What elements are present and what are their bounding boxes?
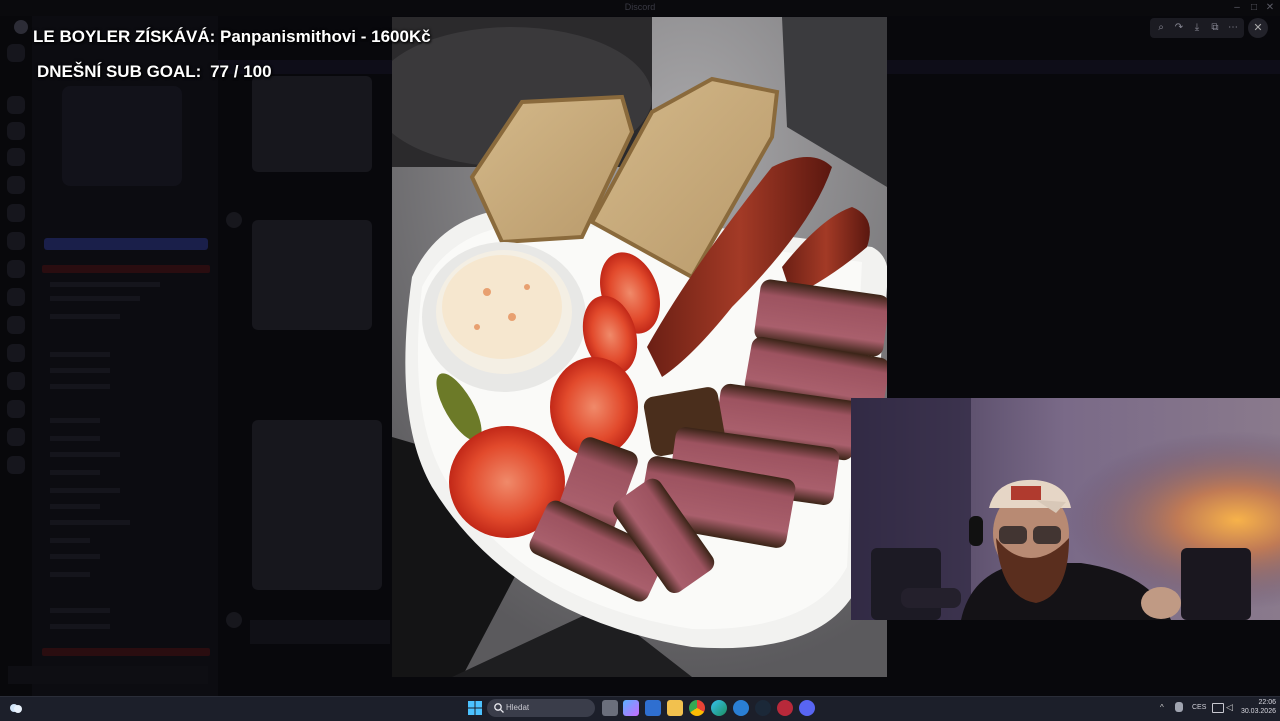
chat-image[interactable] (252, 220, 372, 330)
channel-item[interactable] (50, 538, 90, 543)
server-icon[interactable] (7, 148, 25, 166)
chat-image[interactable] (252, 76, 372, 172)
server-icon[interactable] (7, 344, 25, 362)
channel-item[interactable] (50, 608, 110, 613)
start-icon[interactable] (467, 700, 483, 716)
chat-message (250, 620, 390, 644)
server-icon[interactable] (7, 288, 25, 306)
store-icon[interactable] (645, 700, 661, 716)
channel-item[interactable] (50, 470, 100, 475)
food-plate-image (392, 17, 887, 677)
chrome-icon[interactable] (689, 700, 705, 716)
chat-image[interactable] (252, 420, 382, 590)
app-icon[interactable] (733, 700, 749, 716)
zoom-icon[interactable]: ⌕ (1153, 20, 1169, 36)
search-placeholder: Hledat (506, 703, 530, 712)
edge-icon[interactable] (711, 700, 727, 716)
server-icon[interactable] (7, 44, 25, 62)
taskbar (0, 696, 1280, 721)
sub-goal-counter: DNEŠNÍ SUB GOAL: 77 / 100 (37, 62, 272, 82)
channel-item[interactable] (50, 384, 110, 389)
streamer-webcam-image (851, 398, 1280, 620)
channel-item[interactable] (50, 368, 110, 373)
game-icon[interactable] (777, 700, 793, 716)
channel-item[interactable] (50, 488, 120, 493)
sub-goal-value: 77 / 100 (210, 62, 272, 81)
steam-icon[interactable] (755, 700, 771, 716)
server-icon[interactable] (7, 456, 25, 474)
channel-item[interactable] (42, 648, 210, 656)
search-icon (494, 703, 504, 713)
discord-icon[interactable] (799, 700, 815, 716)
tray-overflow-icon[interactable]: ^ (1160, 703, 1164, 712)
avatar[interactable] (226, 612, 242, 628)
channel-item[interactable] (50, 436, 100, 441)
task-view-icon[interactable] (602, 700, 618, 716)
channel-item[interactable] (50, 282, 160, 287)
channel-item[interactable] (50, 572, 90, 577)
more-icon[interactable]: ⋯ (1225, 20, 1241, 36)
channel-item[interactable] (50, 418, 100, 423)
channel-item[interactable] (50, 296, 140, 301)
webcam-feed (851, 398, 1280, 620)
donation-alert: LE BOYLER ZÍSKÁVÁ: Panpanismithovi - 160… (33, 27, 431, 46)
boost-button[interactable] (44, 238, 208, 250)
viewed-photo[interactable] (392, 17, 887, 677)
copilot-icon[interactable] (623, 700, 639, 716)
weather-widget-icon[interactable] (8, 700, 24, 716)
folder-icon[interactable] (667, 700, 683, 716)
channel-item[interactable] (50, 314, 120, 319)
window-close-icon[interactable]: ✕ (1263, 1, 1277, 15)
network-icon[interactable] (1212, 703, 1224, 713)
channel-item[interactable] (42, 265, 210, 273)
server-icon[interactable] (7, 400, 25, 418)
microphone-icon[interactable] (1175, 702, 1183, 712)
server-icon[interactable] (7, 260, 25, 278)
app-logo-icon (14, 20, 28, 34)
window-title: Discord (624, 2, 656, 12)
channel-item[interactable] (50, 554, 100, 559)
minimize-icon[interactable]: – (1230, 1, 1244, 15)
channel-item[interactable] (50, 520, 130, 525)
avatar[interactable] (226, 212, 242, 228)
user-panel (8, 666, 208, 684)
server-icon[interactable] (7, 372, 25, 390)
server-icon[interactable] (7, 316, 25, 334)
server-icon[interactable] (7, 176, 25, 194)
language-indicator[interactable]: CES (1192, 704, 1206, 711)
channel-item[interactable] (50, 352, 110, 357)
close-icon[interactable]: ✕ (1248, 18, 1268, 38)
server-icon[interactable] (7, 428, 25, 446)
server-icon[interactable] (7, 204, 25, 222)
download-icon[interactable]: ⤓ (1189, 20, 1205, 36)
maximize-icon[interactable]: □ (1247, 1, 1261, 15)
clock-date[interactable]: 30.03.2026 (1238, 708, 1276, 715)
volume-icon[interactable]: ◁ (1226, 702, 1233, 713)
clock-time[interactable]: 22:06 (1242, 699, 1276, 706)
server-icon[interactable] (7, 232, 25, 250)
channel-item[interactable] (50, 452, 120, 457)
server-icon[interactable] (7, 122, 25, 140)
channel-item[interactable] (50, 624, 110, 629)
open-external-icon[interactable]: ⧉ (1207, 20, 1223, 36)
sub-goal-label: DNEŠNÍ SUB GOAL: (37, 62, 202, 81)
channel-item[interactable] (50, 504, 100, 509)
server-banner (62, 86, 182, 186)
forward-icon[interactable]: ↷ (1171, 20, 1187, 36)
server-icon[interactable] (7, 96, 25, 114)
